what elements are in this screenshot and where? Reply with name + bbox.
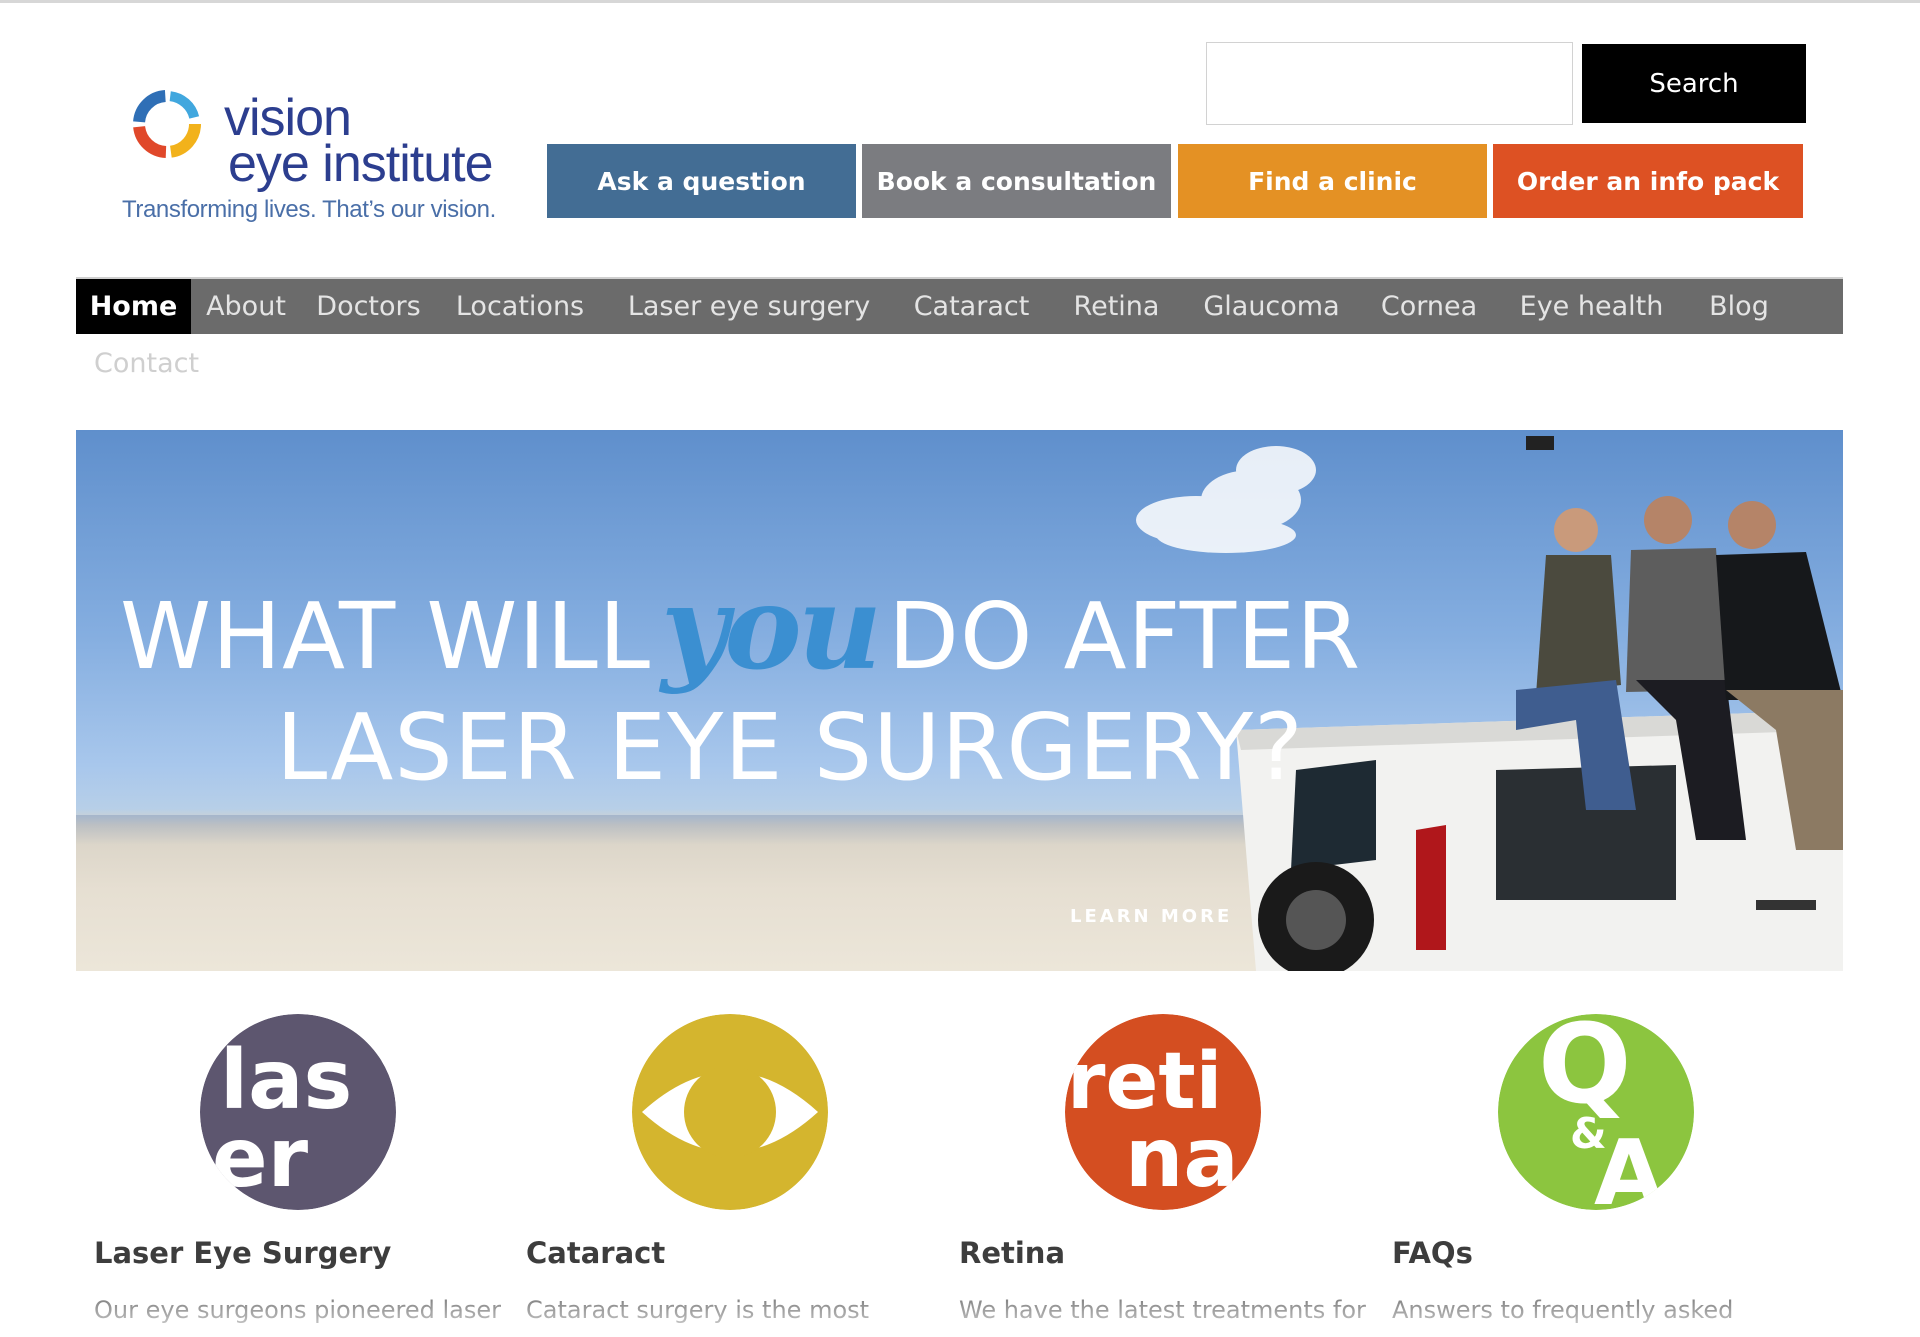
hero-headline-after: DO AFTER (888, 583, 1362, 690)
qa-icon-text-bottom: A (1594, 1121, 1664, 1210)
qa-icon[interactable]: Q & A (1498, 1014, 1694, 1210)
hero-headline-before: WHAT WILL (120, 583, 651, 690)
logo-swirl-icon (133, 90, 201, 158)
laser-icon[interactable]: las er (200, 1014, 396, 1210)
feature-title[interactable]: Laser Eye Surgery (94, 1236, 391, 1270)
nav-item-blog[interactable]: Blog (1684, 279, 1794, 334)
nav-item-eye-health[interactable]: Eye health (1499, 279, 1684, 334)
find-clinic-button[interactable]: Find a clinic (1178, 144, 1487, 218)
nav-item-glaucoma[interactable]: Glaucoma (1184, 279, 1359, 334)
search-input[interactable] (1206, 42, 1573, 125)
feature-text: Our eye surgeons pioneered laser (94, 1296, 501, 1324)
nav-item-contact[interactable]: Contact (94, 348, 199, 379)
hero-learn-more-link[interactable]: LEARN MORE (1070, 906, 1232, 927)
feature-text: Answers to frequently asked (1392, 1296, 1734, 1324)
logo-tagline: Transforming lives. That’s our vision. (122, 196, 496, 223)
nav-item-laser-eye-surgery[interactable]: Laser eye surgery (604, 279, 894, 334)
nav-item-cornea[interactable]: Cornea (1359, 279, 1499, 334)
nav-item-home[interactable]: Home (76, 279, 191, 334)
laser-icon-text-bottom: er (212, 1111, 309, 1206)
book-consultation-button[interactable]: Book a consultation (862, 144, 1171, 218)
nav-item-about[interactable]: About (191, 279, 301, 334)
top-rule (0, 0, 1920, 3)
feature-title[interactable]: Retina (959, 1236, 1065, 1270)
vehicle-icon (1236, 710, 1843, 971)
nav-item-retina[interactable]: Retina (1049, 279, 1184, 334)
retina-icon-text-bottom: na (1125, 1111, 1239, 1206)
site-logo[interactable]: vision eye institute Transforming lives.… (112, 72, 512, 232)
logo-name-line2: eye institute (228, 135, 493, 193)
feature-title[interactable]: FAQs (1392, 1236, 1473, 1270)
hero-headline-emphasis: you (661, 560, 882, 696)
cloud-icon (1136, 446, 1316, 553)
hero-headline-line1: WHAT WILLyou DO AFTER (120, 560, 1361, 696)
order-info-pack-button[interactable]: Order an info pack (1493, 144, 1803, 218)
eye-icon[interactable] (632, 1014, 828, 1210)
hero-headline-line2: LASER EYE SURGERY? (276, 694, 1304, 801)
nav-item-doctors[interactable]: Doctors (301, 279, 436, 334)
retina-icon[interactable]: reti na (1065, 1014, 1261, 1210)
feature-title[interactable]: Cataract (526, 1236, 665, 1270)
feature-text: We have the latest treatments for (959, 1296, 1366, 1324)
ask-question-button[interactable]: Ask a question (547, 144, 856, 218)
feature-text: Cataract surgery is the most (526, 1296, 870, 1324)
search-button[interactable]: Search (1582, 44, 1806, 123)
nav-item-locations[interactable]: Locations (436, 279, 604, 334)
nav-item-cataract[interactable]: Cataract (894, 279, 1049, 334)
main-nav: Home About Doctors Locations Laser eye s… (76, 277, 1843, 334)
hero-banner[interactable]: WHAT WILLyou DO AFTER LASER EYE SURGERY? … (76, 430, 1843, 971)
